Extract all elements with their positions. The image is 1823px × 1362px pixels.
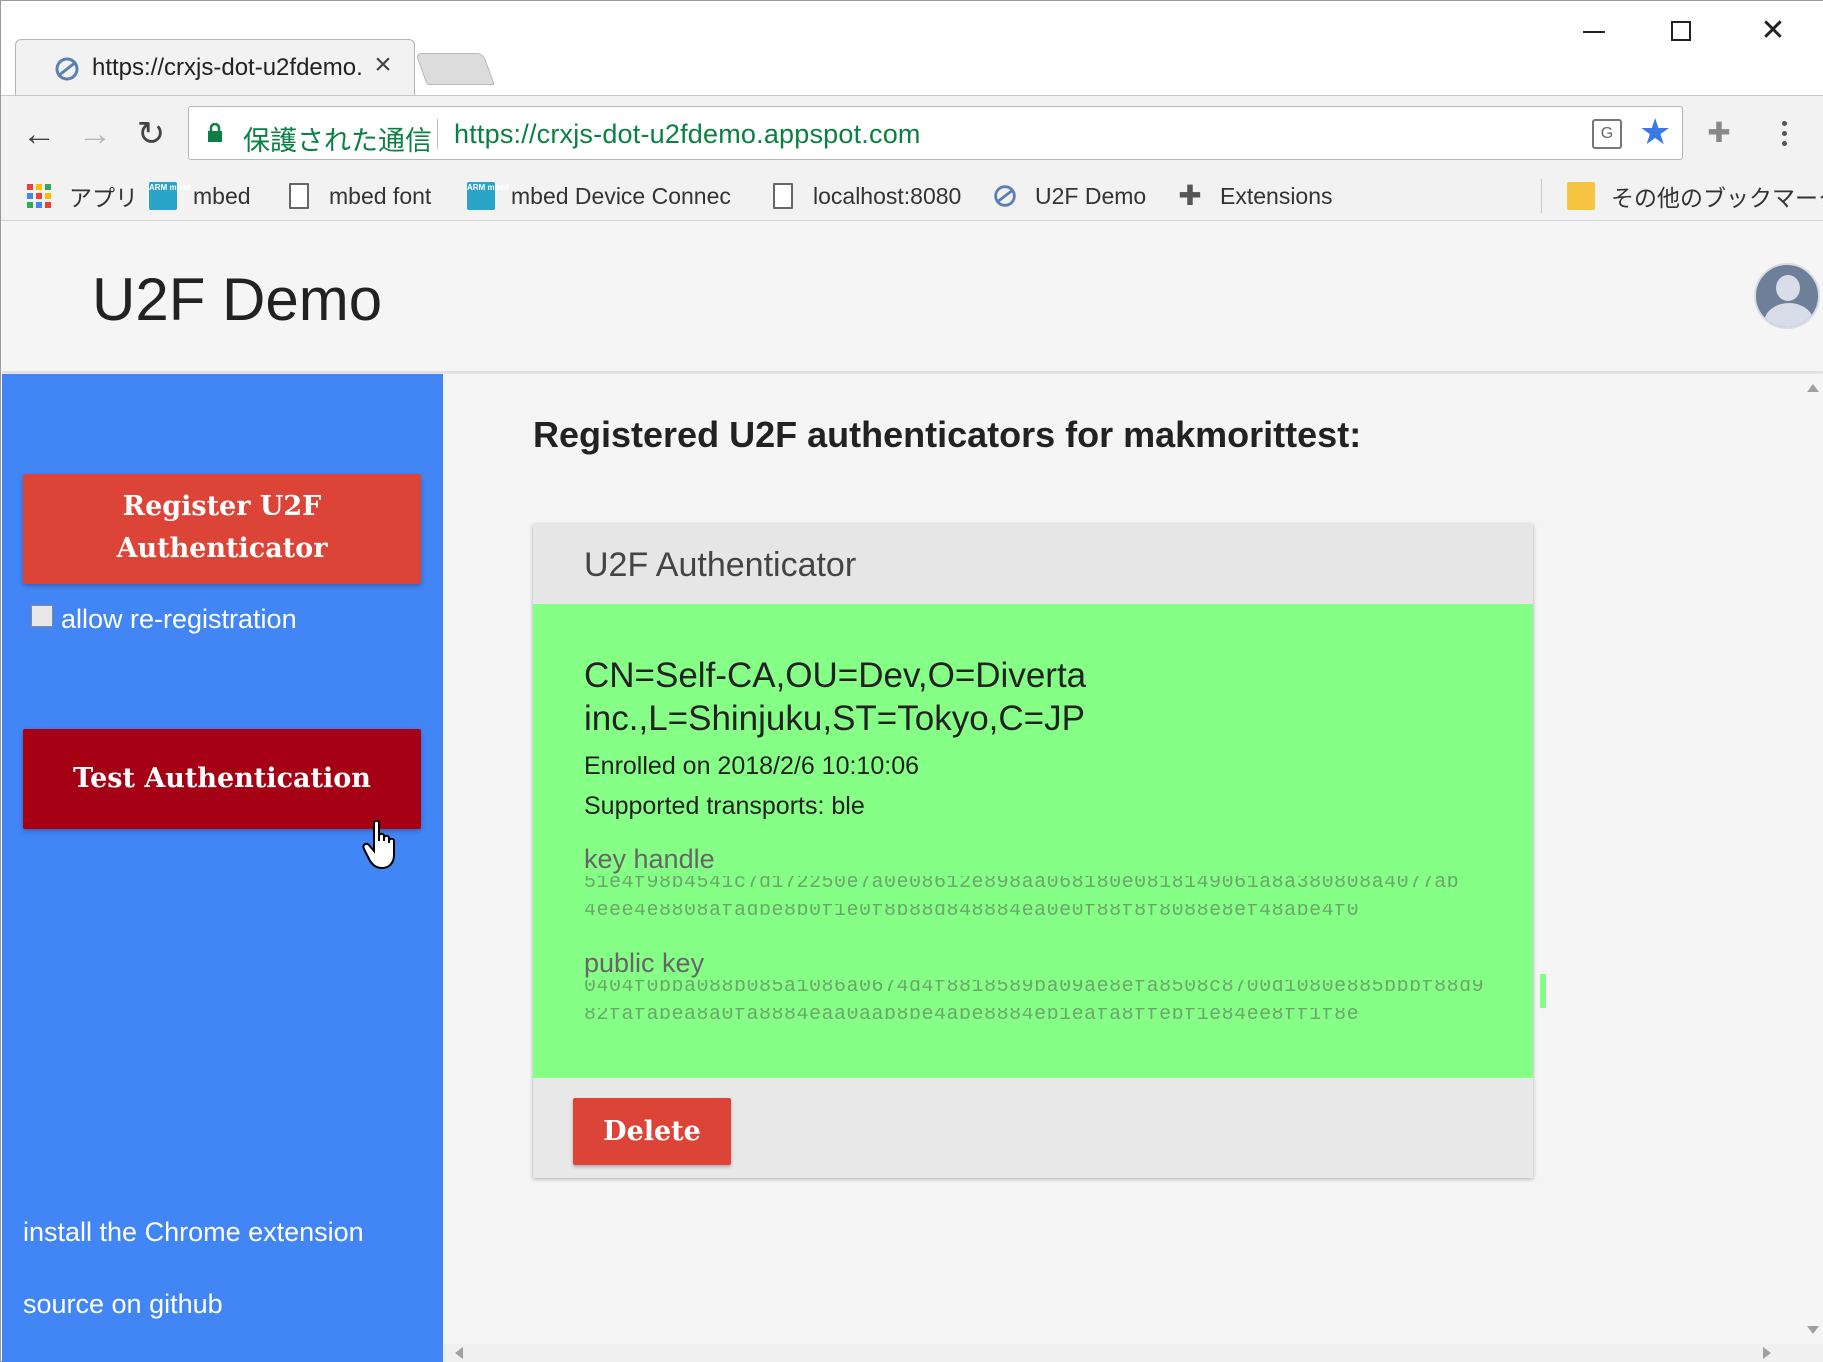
card-title: U2F Authenticator [584, 546, 857, 584]
forward-arrow-icon[interactable]: → [73, 112, 117, 156]
supported-transports: Supported transports: ble [584, 792, 865, 820]
scroll-left-icon[interactable] [455, 1347, 463, 1359]
maximize-icon[interactable] [1646, 9, 1716, 53]
enrolled-date: Enrolled on 2018/2/6 10:10:06 [584, 752, 919, 780]
puzzle-extension-icon[interactable]: ✚ [1704, 118, 1734, 148]
bookmarks-bar: アプリ ARM mbed mbed mbed font ARM mbed mbe… [1, 171, 1823, 221]
arm-mbed-icon: ARM mbed [149, 182, 191, 210]
horizontal-scrollbar[interactable] [443, 1344, 1823, 1362]
certificate-subject: CN=Self-CA,OU=Dev,O=Diverta inc.,L=Shinj… [584, 656, 1087, 738]
key-handle-value: 51e4f98b4541c7d172250e7a0e08612e898aa068… [584, 876, 1460, 890]
public-key-value: 0404f0bba088b085a1086a0674d4f8818589ba09… [584, 980, 1484, 994]
main-content: Registered U2F authenticators for makmor… [443, 374, 1803, 1344]
bookmark-localhost[interactable]: localhost:8080 [769, 171, 961, 221]
bookmark-label: mbed Device Connec [511, 182, 731, 209]
browser-window: https://crxjs-dot-u2fdemo.appspot.com × … [0, 0, 1823, 1362]
bookmark-label: U2F Demo [1035, 182, 1147, 209]
public-key-label: public key [584, 948, 705, 978]
minimize-icon[interactable] [1559, 9, 1629, 53]
bookmark-label: Extensions [1220, 182, 1333, 209]
page-icon [773, 183, 793, 209]
bookmark-label: アプリ [69, 185, 138, 211]
tab-title: https://crxjs-dot-u2fdemo.appspot.com [92, 54, 362, 81]
page-icon [289, 183, 309, 209]
bookmark-u2f-demo[interactable]: U2F Demo [991, 171, 1146, 221]
web-page: U2F Demo Register U2F Authenticator allo… [2, 221, 1823, 1362]
back-arrow-icon[interactable]: ← [17, 112, 61, 156]
allow-reregistration-label: allow re-registration [61, 604, 297, 634]
folder-icon [1567, 182, 1595, 210]
key-handle-label: key handle [584, 844, 715, 874]
new-tab-button[interactable] [415, 53, 495, 85]
register-authenticator-button[interactable]: Register U2F Authenticator [23, 474, 421, 584]
browser-tab[interactable]: https://crxjs-dot-u2fdemo.appspot.com × [15, 39, 415, 95]
delete-button[interactable]: Delete [573, 1098, 731, 1165]
bookmark-mbed-device-connector[interactable]: ARM mbed mbed Device Connec [467, 171, 731, 221]
u2f-favicon-icon [55, 57, 79, 81]
bookmark-label: mbed font [329, 182, 432, 209]
bookmark-other[interactable]: その他のブックマーク [1567, 171, 1823, 221]
public-key-value: 82fafabea8a0fa8884eaa0aab8be4abe8884eb1e… [584, 1008, 1360, 1022]
scroll-down-icon[interactable] [1807, 1326, 1819, 1334]
overflow-indicator [1540, 974, 1546, 1008]
install-extension-link[interactable]: install the Chrome extension [23, 1217, 364, 1248]
browser-toolbar: ← → ↻ 保護された通信 https://crxjs-dot-u2fdemo.… [1, 95, 1823, 171]
tab-strip: https://crxjs-dot-u2fdemo.appspot.com × … [1, 1, 1823, 95]
translate-icon[interactable]: G [1592, 119, 1622, 149]
sidebar: Register U2F Authenticator allow re-regi… [2, 374, 443, 1362]
kebab-menu-icon[interactable] [1769, 116, 1799, 156]
close-window-icon[interactable]: ✕ [1738, 9, 1808, 53]
scroll-right-icon[interactable] [1763, 1347, 1771, 1359]
bookmarks-divider [1541, 179, 1542, 213]
allow-reregistration-option[interactable]: allow re-registration [31, 604, 297, 635]
star-bookmark-icon[interactable]: ★ [1639, 111, 1671, 153]
bookmark-apps[interactable]: アプリ [25, 171, 138, 221]
vertical-scrollbar[interactable] [1803, 374, 1823, 1344]
bookmark-mbed-font[interactable]: mbed font [285, 171, 431, 221]
github-source-link[interactable]: source on github [23, 1289, 223, 1320]
app-header: U2F Demo [2, 221, 1823, 373]
bookmark-mbed[interactable]: ARM mbed mbed [149, 171, 251, 221]
omnibox-divider [437, 119, 438, 149]
tab-close-icon[interactable]: × [368, 48, 398, 81]
hand-pointer-cursor-icon [362, 819, 395, 870]
page-title: Registered U2F authenticators for makmor… [533, 414, 1362, 455]
card-actions: Delete [533, 1078, 1533, 1178]
key-handle-value: 4eee4e8808afadbe8b0f1e0f8b88d848884ea0e0… [584, 904, 1360, 918]
test-authentication-button[interactable]: Test Authentication [23, 729, 421, 829]
apps-grid-icon [25, 182, 53, 210]
card-body: CN=Self-CA,OU=Dev,O=Diverta inc.,L=Shinj… [533, 604, 1533, 1078]
reload-icon[interactable]: ↻ [129, 112, 173, 156]
address-bar[interactable]: 保護された通信 https://crxjs-dot-u2fdemo.appspo… [188, 106, 1683, 160]
bookmark-label: その他のブックマーク [1611, 185, 1823, 211]
avatar[interactable] [1754, 263, 1820, 329]
url-text[interactable]: https://crxjs-dot-u2fdemo.appspot.com [454, 119, 921, 150]
bookmark-extensions[interactable]: ✚ Extensions [1176, 171, 1333, 221]
security-label: 保護された通信 [243, 126, 432, 156]
card-header: U2F Authenticator [533, 524, 1533, 604]
authenticator-card: U2F Authenticator CN=Self-CA,OU=Dev,O=Di… [533, 524, 1533, 1178]
lock-icon [208, 123, 222, 142]
arm-mbed-icon: ARM mbed [467, 182, 509, 210]
scroll-up-icon[interactable] [1807, 384, 1819, 392]
allow-reregistration-checkbox[interactable] [31, 604, 53, 627]
u2f-favicon-icon [994, 185, 1016, 207]
puzzle-icon: ✚ [1178, 180, 1202, 211]
app-title: U2F Demo [92, 266, 383, 333]
bookmark-label: mbed [193, 182, 251, 209]
bookmark-label: localhost:8080 [813, 182, 962, 209]
